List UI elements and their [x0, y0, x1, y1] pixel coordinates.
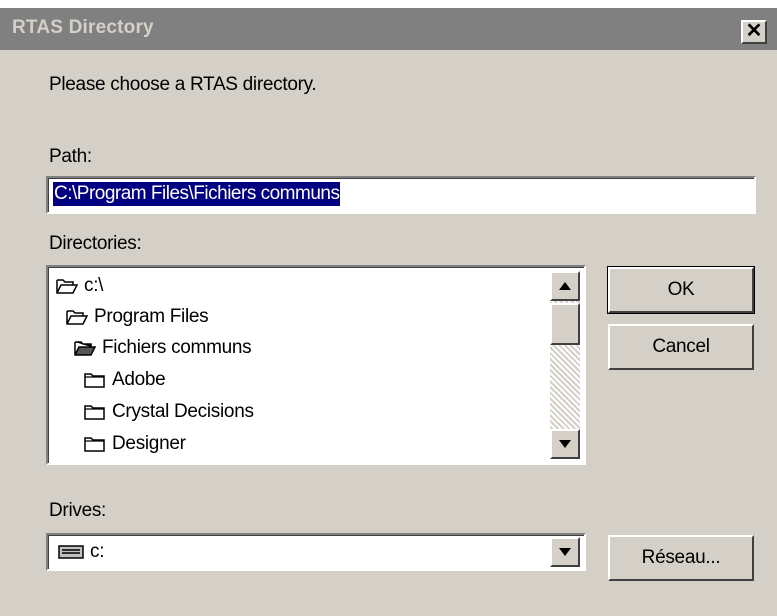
directory-item-c[interactable]: c:\	[56, 271, 103, 301]
cancel-button-label: Cancel	[652, 336, 710, 357]
prompt-text: Please choose a RTAS directory.	[49, 74, 317, 95]
cancel-button[interactable]: Cancel	[608, 324, 754, 370]
ok-button[interactable]: OK	[607, 266, 755, 314]
directory-item-label: Fichiers communs	[102, 337, 252, 358]
directory-item-label: c:\	[84, 275, 104, 296]
directory-item-label: Designer	[112, 433, 186, 454]
directory-item-label: Crystal Decisions	[112, 401, 254, 422]
directories-label: Directories:	[49, 233, 142, 254]
close-icon: ✕	[745, 20, 763, 42]
drives-dropdown[interactable]: c:	[46, 533, 586, 571]
drive-selected-label: c:	[90, 541, 105, 562]
directories-list[interactable]: c:\ Program Files Fichiers communs Adobe	[46, 265, 586, 465]
folder-icon	[84, 373, 105, 388]
triangle-up-icon	[559, 282, 571, 290]
path-input[interactable]: C:\Program Files\Fichiers communs	[46, 176, 756, 214]
ok-button-label: OK	[667, 279, 695, 300]
directory-item-designer[interactable]: Designer	[84, 429, 186, 459]
folder-icon	[84, 405, 105, 420]
directories-scrollbar[interactable]	[550, 271, 580, 459]
rtas-directory-dialog: RTAS Directory ✕ Please choose a RTAS di…	[0, 8, 777, 616]
scrollbar-thumb[interactable]	[550, 303, 580, 345]
directory-item-adobe[interactable]: Adobe	[84, 365, 166, 395]
directory-item-label: Program Files	[94, 306, 209, 327]
scroll-down-button[interactable]	[550, 429, 580, 459]
window-title: RTAS Directory	[12, 17, 154, 38]
network-button-label: Réseau...	[641, 547, 721, 568]
title-bar[interactable]: RTAS Directory ✕	[0, 8, 777, 50]
directory-item-crystal-decisions[interactable]: Crystal Decisions	[84, 397, 254, 427]
network-button[interactable]: Réseau...	[608, 535, 754, 581]
scroll-up-button[interactable]	[550, 271, 580, 301]
drives-label: Drives:	[49, 500, 107, 521]
path-input-value: C:\Program Files\Fichiers communs	[53, 182, 341, 206]
triangle-down-icon	[559, 548, 571, 556]
directory-item-fichiers-communs[interactable]: Fichiers communs	[74, 333, 252, 363]
open-folder-icon	[56, 279, 78, 294]
open-folder-filled-icon	[74, 341, 96, 356]
drive-selected: c:	[58, 537, 104, 567]
open-folder-icon	[66, 310, 88, 325]
drives-dropdown-button[interactable]	[550, 537, 580, 567]
close-button[interactable]: ✕	[741, 20, 767, 44]
folder-icon	[84, 437, 105, 452]
triangle-down-icon	[559, 440, 571, 448]
path-label: Path:	[49, 146, 92, 167]
drive-icon	[58, 545, 84, 559]
directory-item-program-files[interactable]: Program Files	[66, 302, 209, 332]
directory-item-label: Adobe	[112, 369, 166, 390]
